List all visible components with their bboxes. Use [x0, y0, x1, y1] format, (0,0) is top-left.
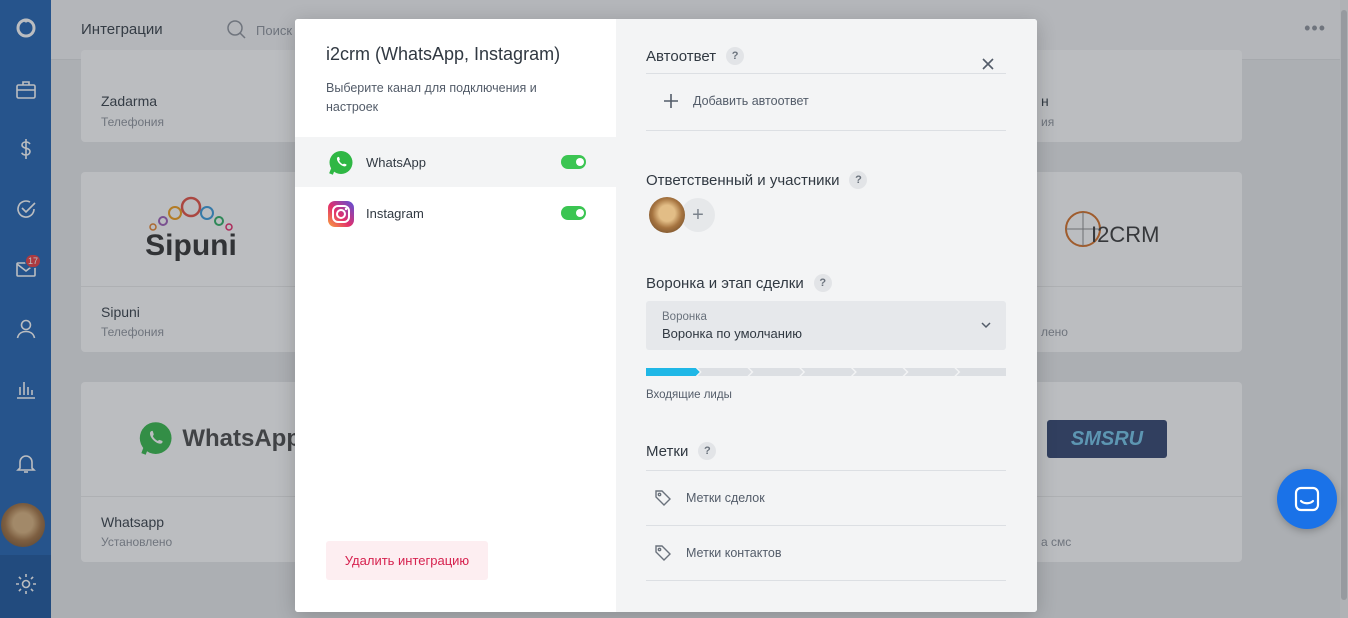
divider: [646, 130, 1006, 131]
channel-label: WhatsApp: [366, 155, 426, 170]
pipeline-stage[interactable]: [646, 368, 700, 376]
pipeline-stages[interactable]: [646, 368, 1006, 376]
autoreply-section-title: Автоответ ?: [646, 47, 745, 65]
responsible-help-icon[interactable]: ?: [849, 171, 868, 189]
add-autoreply-button[interactable]: Добавить автоответ: [663, 93, 809, 109]
stage-caption: Входящие лиды: [646, 389, 732, 401]
add-participant-button[interactable]: +: [681, 198, 715, 232]
pipeline-stage[interactable]: [852, 368, 907, 376]
tag-icon: [655, 490, 671, 506]
autoreply-title: Автоответ: [646, 47, 717, 65]
close-icon[interactable]: [980, 56, 996, 72]
pipeline-section-title: Воронка и этап сделки ?: [646, 274, 832, 292]
modal-title: i2crm (WhatsApp, Instagram): [326, 44, 561, 64]
integration-settings-modal: i2crm (WhatsApp, Instagram) Выберите кан…: [295, 19, 1037, 612]
divider: [646, 525, 1006, 526]
contact-tags-label: Метки контактов: [686, 546, 782, 560]
responsible-avatar[interactable]: [649, 197, 685, 233]
tags-title: Метки: [646, 442, 689, 460]
pipeline-stage[interactable]: [801, 368, 855, 376]
modal-description: Выберите канал для подключения и настрое…: [326, 81, 537, 114]
chevron-down-icon: [981, 322, 991, 329]
modal-settings-panel: Автоответ ? Добавить автоответ Ответстве…: [616, 19, 1037, 612]
chat-widget-button[interactable]: [1277, 469, 1337, 529]
responsible-section-title: Ответственный и участники ?: [646, 171, 868, 189]
tags-help-icon[interactable]: ?: [698, 442, 717, 460]
deal-tags-button[interactable]: Метки сделок: [654, 489, 765, 507]
add-autoreply-label: Добавить автоответ: [693, 94, 809, 108]
pipeline-select-value: Воронка по умолчанию: [662, 326, 802, 341]
pipeline-help-icon[interactable]: ?: [813, 274, 832, 292]
whatsapp-toggle[interactable]: [561, 155, 586, 169]
instagram-icon: [328, 201, 354, 227]
pipeline-stage[interactable]: [956, 368, 1006, 376]
autoreply-help-icon[interactable]: ?: [726, 47, 745, 65]
divider: [646, 580, 1006, 581]
chat-icon: [1294, 486, 1320, 512]
pipeline-select[interactable]: Воронка Воронка по умолчанию: [646, 301, 1006, 350]
whatsapp-icon: [329, 151, 353, 175]
responsible-title: Ответственный и участники: [646, 171, 840, 189]
channel-item-instagram[interactable]: Instagram: [295, 188, 616, 238]
pipeline-select-label: Воронка: [662, 311, 707, 323]
pipeline-stage[interactable]: [904, 368, 959, 376]
delete-integration-button[interactable]: Удалить интеграцию: [326, 541, 488, 580]
divider: [646, 470, 1006, 471]
tags-section-title: Метки ?: [646, 442, 717, 460]
tag-icon: [655, 545, 671, 561]
contact-tags-button[interactable]: Метки контактов: [654, 544, 782, 562]
divider: [646, 73, 1006, 74]
deal-tags-label: Метки сделок: [686, 491, 765, 505]
pipeline-stage[interactable]: [749, 368, 804, 376]
pipeline-title: Воронка и этап сделки: [646, 274, 804, 292]
instagram-toggle[interactable]: [561, 206, 586, 220]
channel-item-whatsapp[interactable]: WhatsApp: [295, 137, 616, 187]
plus-icon: [664, 94, 678, 108]
modal-channels-panel: i2crm (WhatsApp, Instagram) Выберите кан…: [295, 19, 616, 612]
pipeline-stage[interactable]: [697, 368, 752, 376]
channel-label: Instagram: [366, 206, 424, 221]
